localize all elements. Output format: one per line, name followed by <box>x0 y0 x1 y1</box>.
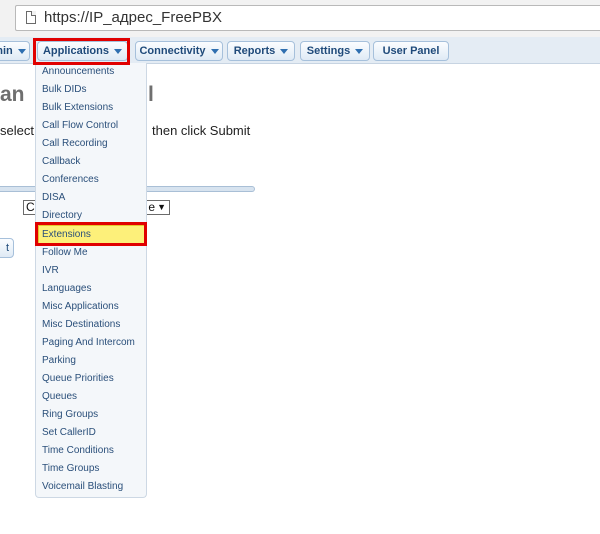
main-nav: nin Applications Connectivity Reports Se… <box>0 37 600 64</box>
menu-item-paging-and-intercom[interactable]: Paging And Intercom <box>42 334 146 352</box>
menu-item-time-conditions[interactable]: Time Conditions <box>42 442 146 460</box>
menu-item-queues[interactable]: Queues <box>42 388 146 406</box>
menu-item-voicemail-blasting[interactable]: Voicemail Blasting <box>42 478 146 496</box>
instruction-text-right: then click Submit <box>152 123 251 138</box>
nav-connectivity-button[interactable]: Connectivity <box>135 41 223 61</box>
chevron-down-icon <box>280 49 289 54</box>
menu-item-ivr[interactable]: IVR <box>42 262 146 280</box>
menu-item-callback[interactable]: Callback <box>42 153 146 171</box>
menu-item-conferences[interactable]: Conferences <box>42 171 146 189</box>
menu-item-set-callerid[interactable]: Set CallerID <box>42 424 146 442</box>
menu-item-call-flow-control[interactable]: Call Flow Control <box>42 117 146 135</box>
nav-settings-label: Settings <box>306 45 351 57</box>
page-title-tail: l <box>148 83 154 103</box>
chevron-down-icon <box>17 49 26 54</box>
submit-button-label: t <box>5 242 9 254</box>
device-select-value-tail: e <box>148 200 155 214</box>
menu-item-disa[interactable]: DISA <box>42 189 146 207</box>
chevron-down-icon <box>355 49 364 54</box>
instruction-text-left: select <box>0 123 34 138</box>
page-title: an <box>0 83 25 106</box>
menu-item-parking[interactable]: Parking <box>42 352 146 370</box>
menu-item-ring-groups[interactable]: Ring Groups <box>42 406 146 424</box>
nav-reports-button[interactable]: Reports <box>227 41 295 61</box>
menu-item-queue-priorities[interactable]: Queue Priorities <box>42 370 146 388</box>
chevron-down-icon <box>210 49 219 54</box>
page-icon <box>26 11 36 24</box>
nav-admin-button[interactable]: nin <box>0 41 30 61</box>
menu-item-announcements[interactable]: Announcements <box>42 63 146 81</box>
menu-item-misc-destinations[interactable]: Misc Destinations <box>42 316 146 334</box>
menu-item-languages[interactable]: Languages <box>42 280 146 298</box>
device-select-value: C <box>26 200 35 214</box>
select-arrow-icon: ▼ <box>157 202 166 212</box>
nav-settings-button[interactable]: Settings <box>300 41 370 61</box>
nav-applications-button[interactable]: Applications <box>37 41 128 61</box>
browser-toolbar: https://IP_адрес_FreePBX <box>0 0 600 38</box>
menu-item-follow-me[interactable]: Follow Me <box>42 244 146 262</box>
chevron-down-icon <box>114 49 122 54</box>
nav-applications-label: Applications <box>42 45 109 57</box>
nav-reports-label: Reports <box>233 45 276 57</box>
url-text[interactable]: https://IP_адрес_FreePBX <box>44 9 222 26</box>
menu-item-extensions[interactable]: Extensions <box>42 226 146 244</box>
submit-button[interactable]: t <box>0 238 14 258</box>
menu-item-call-recording[interactable]: Call Recording <box>42 135 146 153</box>
nav-connectivity-label: Connectivity <box>139 45 206 57</box>
menu-item-misc-applications[interactable]: Misc Applications <box>42 298 146 316</box>
menu-item-bulk-extensions[interactable]: Bulk Extensions <box>42 99 146 117</box>
nav-user-panel-button[interactable]: User Panel <box>373 41 449 61</box>
menu-item-directory[interactable]: Directory <box>42 207 146 225</box>
address-bar[interactable]: https://IP_адрес_FreePBX <box>15 5 600 31</box>
applications-dropdown-menu: Announcements Bulk DIDs Bulk Extensions … <box>35 63 147 498</box>
nav-user-panel-label: User Panel <box>382 45 440 57</box>
menu-item-time-groups[interactable]: Time Groups <box>42 460 146 478</box>
nav-admin-label: nin <box>0 45 13 57</box>
menu-item-bulk-dids[interactable]: Bulk DIDs <box>42 81 146 99</box>
